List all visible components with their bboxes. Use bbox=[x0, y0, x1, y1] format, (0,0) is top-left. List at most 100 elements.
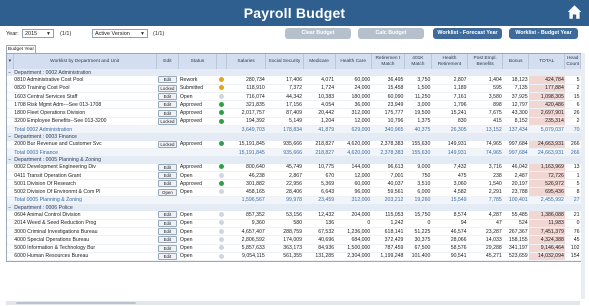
table-row[interactable]: 0820 Training Cost Pool Locked Submitted 11… bbox=[7, 84, 581, 93]
edit-button[interactable]: Locked bbox=[157, 117, 177, 125]
status-indicator bbox=[216, 235, 227, 245]
cell-bonus: 997,684 bbox=[502, 140, 529, 149]
column-header[interactable]: Bonus bbox=[502, 54, 530, 69]
column-header[interactable]: Social Security bbox=[265, 54, 304, 69]
column-header[interactable]: Post Empl. Benefits bbox=[467, 54, 504, 69]
status-indicator bbox=[216, 171, 227, 181]
table-row[interactable]: 1800 Fleet Operations Division Edit Approv… bbox=[7, 108, 581, 118]
column-header[interactable]: Medicare bbox=[303, 54, 336, 69]
edit-button[interactable]: Edit bbox=[157, 228, 177, 235]
edit-button[interactable]: Edit bbox=[157, 101, 177, 108]
edit-cell[interactable]: Edit bbox=[156, 108, 179, 118]
edit-cell[interactable]: Edit bbox=[156, 211, 179, 220]
cell-med: 10,775 bbox=[303, 163, 336, 172]
edit-button[interactable]: Edit bbox=[157, 211, 177, 219]
edit-button[interactable]: Edit bbox=[157, 93, 177, 100]
table-row[interactable]: 0810 Administrative Cost Pool Edit Rework 2… bbox=[7, 76, 581, 85]
edit-cell[interactable]: Locked bbox=[156, 140, 179, 149]
edit-button[interactable]: Edit bbox=[157, 236, 177, 243]
column-header[interactable]: Health Care bbox=[335, 54, 372, 69]
table-row[interactable]: 5000 Information & Technology Bur Edit Ope… bbox=[7, 244, 581, 253]
edit-button[interactable]: Locked bbox=[157, 84, 177, 92]
worklist-budget-button[interactable]: Worklist - Budget Year bbox=[509, 28, 578, 39]
worklist-forecast-button[interactable]: Worklist - Forecast Year bbox=[433, 28, 502, 39]
edit-button[interactable]: Edit bbox=[157, 219, 177, 227]
table-row[interactable]: 3000 Criminal Investigations Bureau Edit O… bbox=[7, 227, 581, 237]
status-indicator bbox=[216, 211, 227, 220]
unit-name: 5001 Division Of Research bbox=[13, 179, 157, 189]
edit-cell[interactable]: Edit bbox=[156, 244, 179, 253]
edit-cell[interactable]: Edit bbox=[156, 219, 179, 228]
edit-button[interactable]: Edit bbox=[157, 172, 177, 179]
column-header[interactable]: Retiremen t Match bbox=[371, 54, 405, 69]
edit-cell[interactable]: Edit bbox=[156, 76, 179, 85]
cell-ss: 174,009 bbox=[265, 235, 304, 245]
table-row[interactable]: 0604 Animal Control Division Edit Open 857,… bbox=[7, 211, 581, 220]
edit-button[interactable]: Locked bbox=[157, 140, 177, 148]
table-row[interactable]: 5002 Division Of Environmt & Com Pl Open O… bbox=[7, 187, 581, 197]
cell-sal: 9,054,115 bbox=[226, 252, 266, 262]
table-row[interactable]: 1603 Central Services Staff Edit Open 716,0… bbox=[7, 92, 581, 102]
edit-button[interactable]: Edit bbox=[157, 109, 177, 117]
edit-button[interactable]: Edit bbox=[157, 244, 177, 252]
version-select[interactable]: Active Version ▼ bbox=[92, 29, 148, 38]
table-row[interactable]: 2014 Weed & Seed Reduction Prog Edit Open 9… bbox=[7, 219, 581, 228]
clear-budget-button[interactable]: Clear Budget bbox=[285, 28, 351, 39]
edit-cell[interactable]: Locked bbox=[156, 117, 179, 127]
horizontal-scrollbar[interactable] bbox=[6, 301, 580, 305]
edit-button[interactable]: Open bbox=[157, 188, 177, 196]
edit-cell[interactable]: Edit bbox=[156, 227, 179, 237]
version-nav: (1/1) bbox=[153, 31, 165, 37]
vertical-scrollbar[interactable] bbox=[581, 53, 585, 299]
unit-name: 0604 Animal Control Division bbox=[13, 211, 157, 220]
edit-cell[interactable]: Edit bbox=[156, 252, 179, 262]
cell-peb: 47 bbox=[467, 219, 503, 228]
table-row[interactable]: 0411 Transit Operation Grant Edit Open 46,2… bbox=[7, 171, 581, 181]
edit-cell[interactable]: Edit bbox=[156, 100, 179, 110]
table-row[interactable]: 4000 Special Operations Bureau Edit Open 2,… bbox=[7, 235, 581, 245]
cell-bonus: 20,197 bbox=[502, 179, 529, 189]
column-header[interactable]: Health Retirement bbox=[431, 54, 469, 69]
year-select[interactable]: 2015 ▼ bbox=[22, 29, 54, 38]
column-header[interactable]: Salaries bbox=[226, 54, 267, 69]
edit-cell[interactable]: Edit bbox=[156, 171, 179, 181]
column-header[interactable]: TOTAL bbox=[528, 54, 566, 69]
column-header[interactable]: Head Count bbox=[564, 54, 581, 69]
cell-ss: 363,173 bbox=[265, 244, 304, 253]
cell-ss: 53,156 bbox=[265, 211, 304, 220]
column-header[interactable]: Worklist by Department and Unit bbox=[13, 54, 157, 69]
edit-button[interactable]: Edit bbox=[157, 76, 177, 84]
empty-cell bbox=[216, 196, 227, 205]
table-row[interactable]: 1708 Risk Mgmt Adm---See 013-1708 Edit App… bbox=[7, 100, 581, 110]
edit-button[interactable]: Edit bbox=[157, 252, 177, 260]
calc-budget-button[interactable]: Calc Budget bbox=[358, 28, 424, 39]
status-indicator bbox=[216, 163, 227, 172]
edit-cell[interactable]: Locked bbox=[156, 84, 179, 93]
cell-hc: 12,000 bbox=[335, 171, 372, 181]
status-dot-icon bbox=[218, 101, 224, 107]
edit-cell[interactable]: Edit bbox=[156, 235, 179, 245]
edit-cell[interactable]: Edit bbox=[156, 92, 179, 102]
edit-button[interactable]: Edit bbox=[157, 180, 177, 187]
cell-hcnt: 0 bbox=[564, 219, 581, 228]
scrollbar-thumb[interactable] bbox=[16, 302, 136, 304]
table-row[interactable]: 3200 Employee Benefits--See 013-3200 Lock… bbox=[7, 117, 581, 127]
edit-cell[interactable]: Open bbox=[156, 187, 179, 197]
edit-cell[interactable]: Edit bbox=[156, 179, 179, 189]
table-row[interactable]: 2000 Bur Revenue and Customer Svc Locked A… bbox=[7, 140, 581, 149]
column-header[interactable]: Edit bbox=[156, 54, 180, 69]
cell-peb: 415 bbox=[467, 117, 503, 127]
edit-cell[interactable]: Edit bbox=[156, 163, 179, 172]
cell-hr: 149,931 bbox=[431, 140, 468, 149]
status-dot-icon bbox=[218, 164, 224, 170]
table-row[interactable]: 0002 Development Engineering Div Edit Appr… bbox=[7, 163, 581, 172]
table-row[interactable]: 5001 Division Of Research Edit Approved 301… bbox=[7, 179, 581, 189]
unit-name: 3000 Criminal Investigations Bureau bbox=[13, 227, 157, 237]
cell-total: 420,486 bbox=[528, 100, 565, 110]
edit-button[interactable]: Edit bbox=[157, 163, 177, 171]
table-row[interactable]: 6000 Human Resources Bureau Edit Open 9,054… bbox=[7, 252, 581, 262]
home-icon[interactable] bbox=[566, 3, 583, 21]
column-header[interactable]: Status bbox=[178, 54, 217, 69]
column-header[interactable]: 401K Match bbox=[404, 54, 432, 69]
cell-med: 218,827 bbox=[303, 148, 336, 157]
